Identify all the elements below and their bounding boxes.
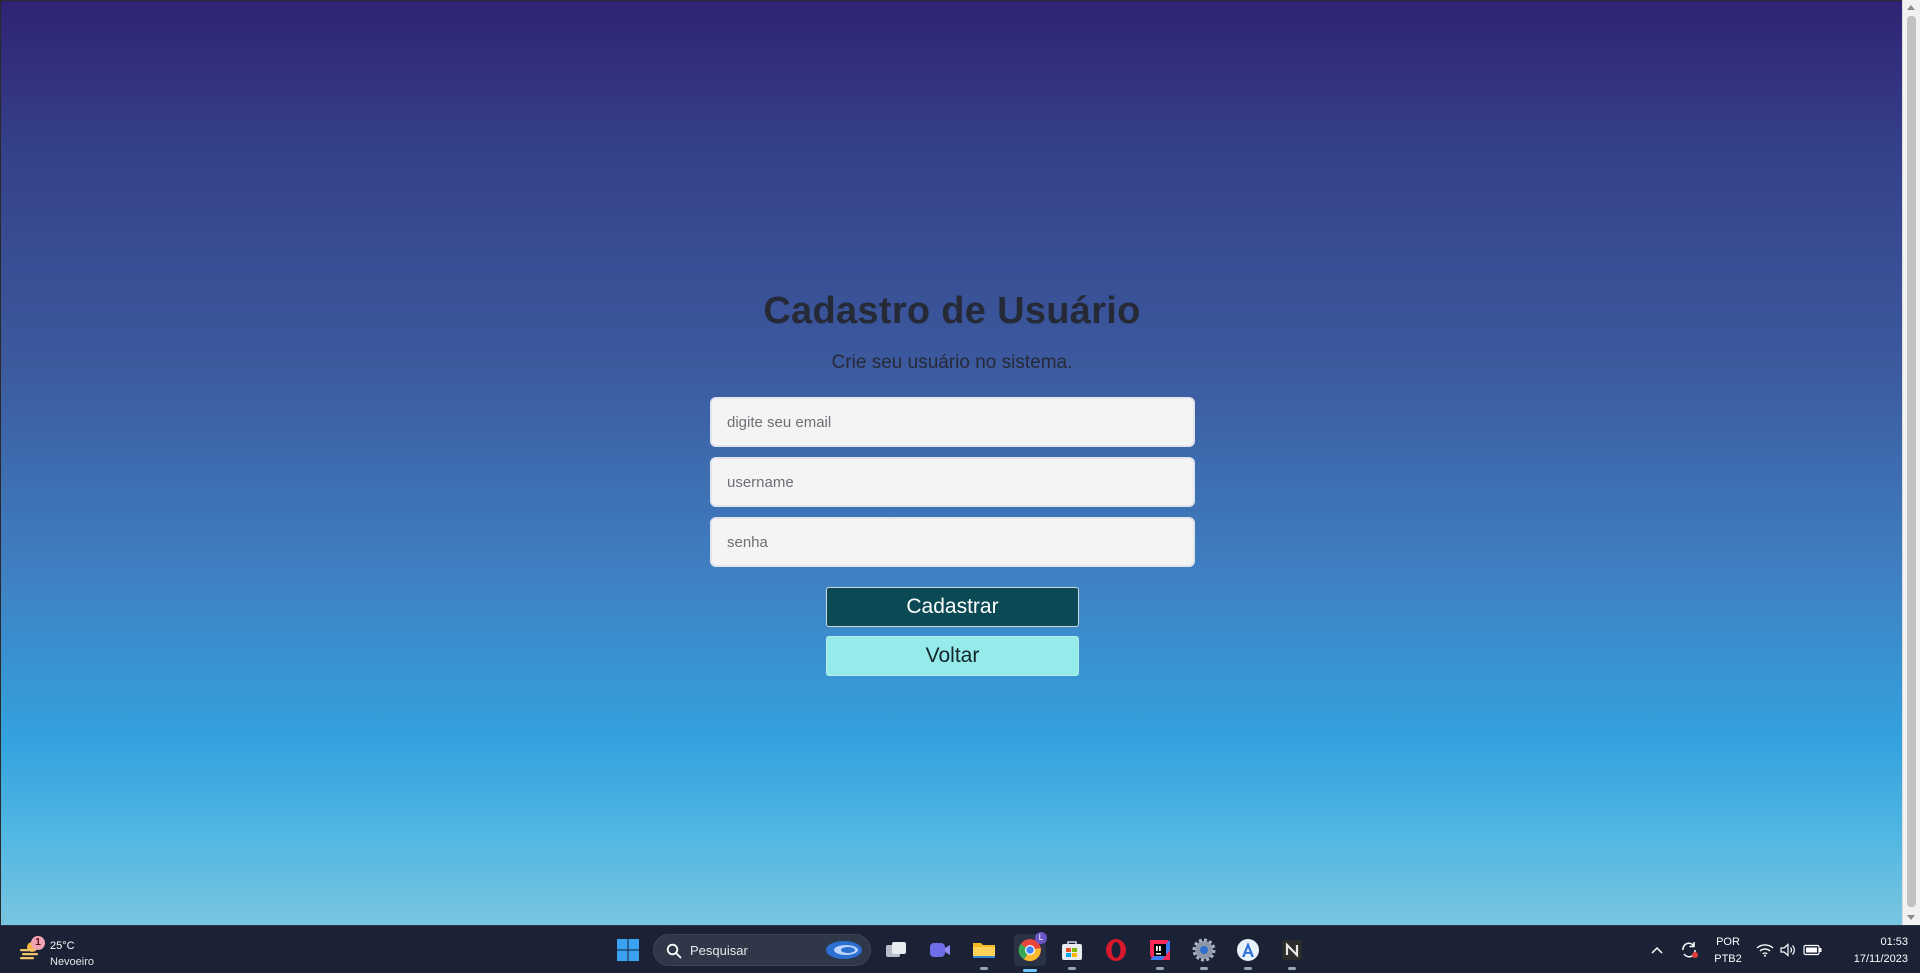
scroll-down-icon[interactable] xyxy=(1907,915,1915,920)
browser-viewport: Cadastro de Usuário Crie seu usuário no … xyxy=(0,0,1902,925)
settings-icon[interactable] xyxy=(1190,936,1218,970)
wifi-icon[interactable] xyxy=(1755,936,1775,964)
android-studio-icon[interactable] xyxy=(1234,936,1262,970)
running-indicator xyxy=(1200,967,1208,970)
weather-temperature: 25°C xyxy=(50,940,75,952)
search-highlight-icon xyxy=(826,941,862,959)
meet-icon[interactable] xyxy=(926,936,954,964)
keyboard-layout[interactable]: PTB2 xyxy=(1710,953,1746,965)
store-icon[interactable] xyxy=(1058,936,1086,970)
weather-alert-badge: 1 xyxy=(31,936,45,950)
weather-description: Nevoeiro xyxy=(50,956,95,968)
page-subtitle: Crie seu usuário no sistema. xyxy=(831,352,1073,373)
opera-icon[interactable] xyxy=(1102,936,1130,964)
taskbar-search[interactable]: Pesquisar xyxy=(653,934,871,966)
search-icon xyxy=(666,943,682,959)
active-indicator xyxy=(1023,969,1037,972)
register-button[interactable]: Cadastrar xyxy=(826,587,1079,627)
username-field[interactable] xyxy=(710,457,1195,507)
chevron-up-icon[interactable] xyxy=(1645,936,1669,964)
scroll-thumb[interactable] xyxy=(1907,16,1916,907)
battery-icon[interactable] xyxy=(1802,936,1824,964)
windows-taskbar: 1 25°C Nevoeiro Pesquisar L POR PTB2 01:… xyxy=(0,925,1920,973)
page-title: Cadastro de Usuário xyxy=(763,290,1141,332)
search-label: Pesquisar xyxy=(690,943,748,958)
vertical-scrollbar[interactable] xyxy=(1902,0,1920,925)
running-indicator xyxy=(1156,967,1164,970)
notion-icon[interactable] xyxy=(1278,936,1306,970)
password-field[interactable] xyxy=(710,517,1195,567)
file-explorer-icon[interactable] xyxy=(970,936,998,970)
running-indicator xyxy=(980,967,988,970)
email-field[interactable] xyxy=(710,397,1195,447)
volume-icon[interactable] xyxy=(1778,936,1798,964)
chrome-profile-badge: L xyxy=(1035,932,1047,944)
language-code[interactable]: POR xyxy=(1710,936,1746,948)
clock-date[interactable]: 17/11/2023 xyxy=(1832,953,1908,965)
running-indicator xyxy=(1244,967,1252,970)
running-indicator xyxy=(1288,967,1296,970)
clock-time[interactable]: 01:53 xyxy=(1832,936,1908,948)
scroll-up-icon[interactable] xyxy=(1907,5,1915,10)
intellij-icon[interactable] xyxy=(1146,936,1174,970)
windows-start-icon[interactable] xyxy=(614,936,642,964)
sync-icon[interactable] xyxy=(1676,936,1702,964)
task-view-icon[interactable] xyxy=(882,936,910,964)
running-indicator xyxy=(1068,967,1076,970)
back-button[interactable]: Voltar xyxy=(826,636,1079,676)
chrome-icon[interactable]: L xyxy=(1014,932,1047,972)
